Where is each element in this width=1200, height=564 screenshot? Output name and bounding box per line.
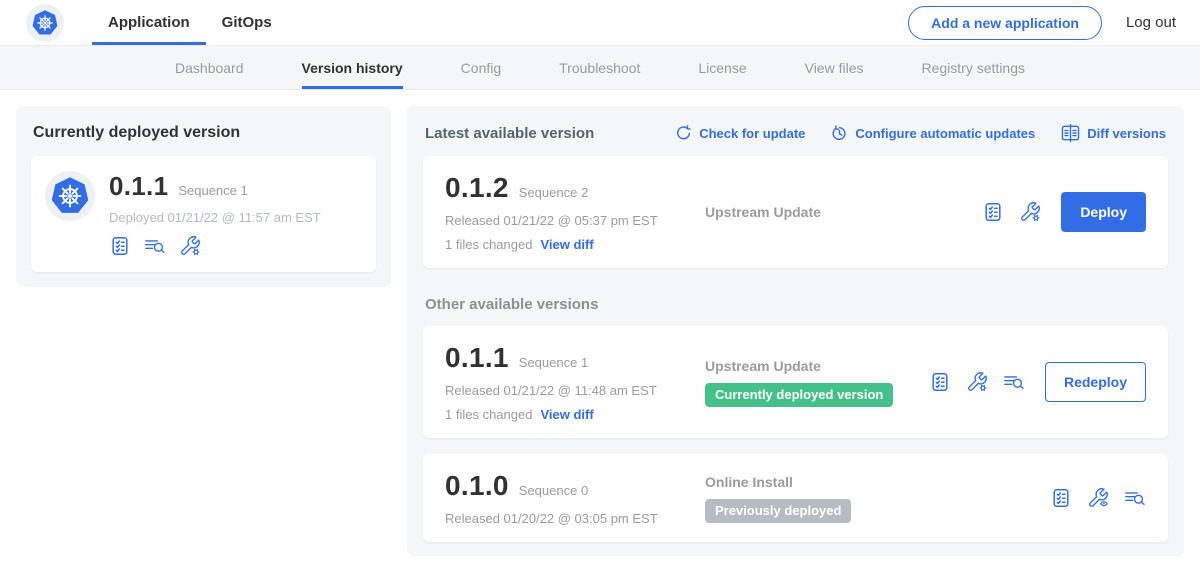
version-card-0-1-0: 0.1.0 Sequence 0 Released 01/20/22 @ 03:…	[423, 454, 1168, 542]
main-content: Currently deployed version 0.1.1 Sequenc…	[0, 90, 1200, 564]
redeploy-button[interactable]: Redeploy	[1045, 362, 1146, 402]
sequence-label: Sequence 0	[519, 483, 588, 498]
preflight-checks-icon[interactable]	[929, 371, 951, 393]
version-source: Upstream Update	[705, 204, 982, 220]
version-number: 0.1.2	[445, 172, 509, 204]
released-timestamp: Released 01/21/22 @ 05:37 pm EST	[445, 213, 693, 228]
deploy-logs-icon[interactable]	[1003, 371, 1025, 393]
subnav-tab-view-files[interactable]: View files	[805, 46, 864, 89]
deployed-panel-title: Currently deployed version	[33, 124, 374, 142]
deploy-logs-icon[interactable]	[144, 235, 166, 257]
preflight-checks-icon[interactable]	[982, 201, 1004, 223]
subnav-tab-license[interactable]: License	[698, 46, 746, 89]
currently-deployed-panel: Currently deployed version 0.1.1 Sequenc…	[16, 106, 391, 287]
kots-admin-console: Application GitOps Add a new application…	[0, 0, 1200, 564]
deployed-sequence-label: Sequence 1	[178, 183, 247, 198]
tab-gitops[interactable]: GitOps	[206, 0, 288, 45]
version-source: Upstream Update	[705, 358, 929, 374]
sequence-label: Sequence 1	[519, 355, 588, 370]
topnav-right: Add a new application Log out	[908, 0, 1176, 45]
kubernetes-icon	[30, 8, 60, 38]
preflight-checks-icon[interactable]	[1050, 487, 1072, 509]
version-card-0-1-2: 0.1.2 Sequence 2 Released 01/21/22 @ 05:…	[423, 156, 1168, 268]
edit-config-icon[interactable]	[1019, 201, 1041, 223]
deployed-version-number: 0.1.1	[109, 171, 168, 202]
view-diff-link[interactable]: View diff	[540, 407, 593, 422]
top-nav: Application GitOps Add a new application…	[0, 0, 1200, 46]
version-source: Online Install	[705, 474, 1050, 490]
currently-deployed-badge: Currently deployed version	[705, 383, 893, 407]
deploy-button[interactable]: Deploy	[1061, 192, 1146, 232]
subnav-tab-version-history[interactable]: Version history	[302, 46, 403, 89]
released-timestamp: Released 01/21/22 @ 11:48 am EST	[445, 383, 693, 398]
tab-application[interactable]: Application	[92, 0, 206, 45]
app-avatar	[45, 171, 95, 221]
kubernetes-icon	[48, 174, 92, 218]
deployed-timestamp: Deployed 01/21/22 @ 11:57 am EST	[109, 210, 321, 225]
refresh-icon	[675, 125, 692, 142]
sequence-label: Sequence 2	[519, 185, 588, 200]
version-history-panel: Latest available version Check for updat…	[407, 106, 1184, 556]
app-subnav: Dashboard Version history Config Trouble…	[0, 46, 1200, 90]
released-timestamp: Released 01/20/22 @ 03:05 pm EST	[445, 511, 693, 526]
edit-config-icon[interactable]	[966, 371, 988, 393]
top-tabs: Application GitOps	[92, 0, 288, 45]
view-config-icon[interactable]	[1087, 487, 1109, 509]
preflight-checks-icon[interactable]	[109, 235, 131, 257]
version-number: 0.1.0	[445, 470, 509, 502]
subnav-tab-dashboard[interactable]: Dashboard	[175, 46, 244, 89]
deploy-logs-icon[interactable]	[1124, 487, 1146, 509]
diff-columns-icon	[1061, 124, 1080, 142]
version-card-0-1-1: 0.1.1 Sequence 1 Released 01/21/22 @ 11:…	[423, 326, 1168, 438]
configure-automatic-updates-link[interactable]: Configure automatic updates	[831, 125, 1035, 142]
add-application-button[interactable]: Add a new application	[908, 6, 1102, 40]
subnav-tab-registry-settings[interactable]: Registry settings	[922, 46, 1025, 89]
check-for-update-link[interactable]: Check for update	[675, 125, 805, 142]
subnav-tab-config[interactable]: Config	[461, 46, 501, 89]
diff-versions-link[interactable]: Diff versions	[1061, 124, 1166, 142]
files-changed-label: 1 files changed	[445, 407, 532, 422]
other-versions-title: Other available versions	[425, 296, 1166, 313]
logout-link[interactable]: Log out	[1126, 14, 1176, 31]
edit-config-icon[interactable]	[179, 235, 201, 257]
view-diff-link[interactable]: View diff	[540, 237, 593, 252]
version-number: 0.1.1	[445, 342, 509, 374]
latest-version-title: Latest available version	[425, 125, 594, 142]
files-changed-label: 1 files changed	[445, 237, 532, 252]
history-clock-icon	[831, 125, 848, 142]
deployed-version-card: 0.1.1 Sequence 1 Deployed 01/21/22 @ 11:…	[31, 156, 376, 272]
subnav-tab-troubleshoot[interactable]: Troubleshoot	[559, 46, 640, 89]
app-logo[interactable]	[26, 4, 64, 42]
previously-deployed-badge: Previously deployed	[705, 499, 851, 523]
